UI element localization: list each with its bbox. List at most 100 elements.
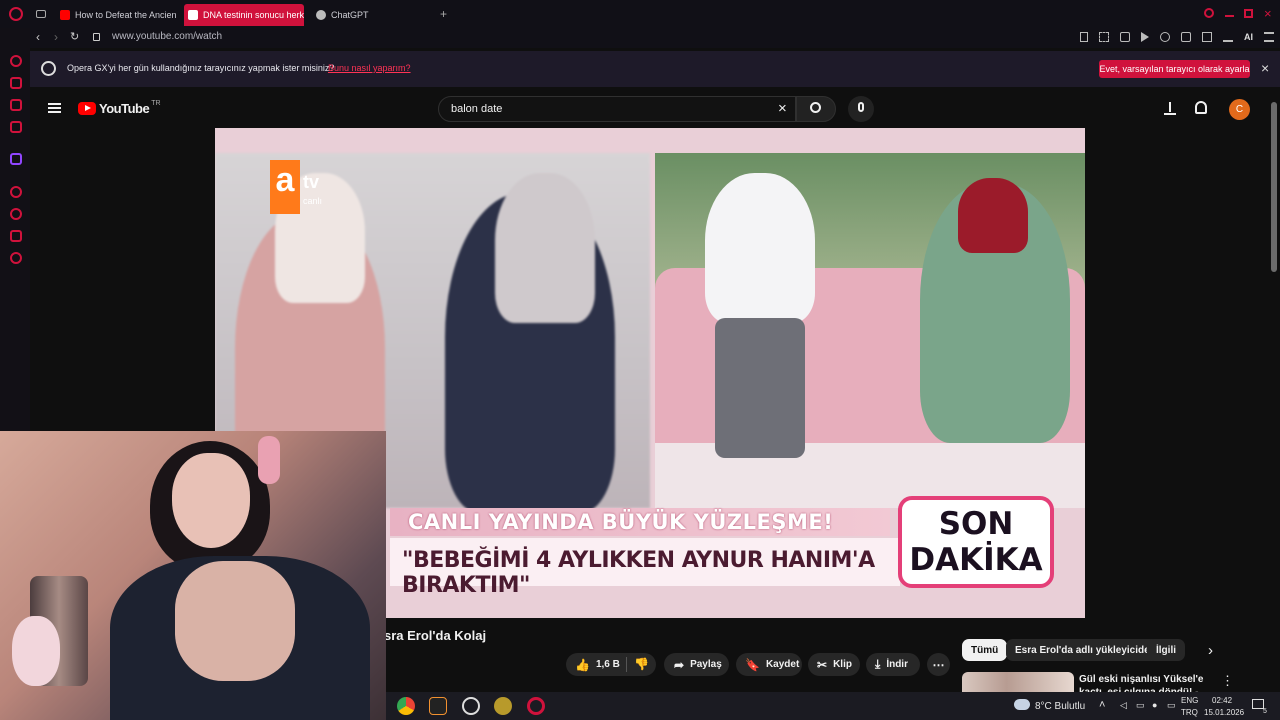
notifications-bell-icon[interactable]: [1195, 101, 1207, 114]
extensions-sidebar-icon[interactable]: [10, 230, 22, 242]
close-window-button[interactable]: ×: [1264, 6, 1272, 21]
youtube-logo[interactable]: YouTube TR: [78, 100, 161, 116]
tab-dna-testinin[interactable]: DNA testinin sonucu herk: [184, 4, 304, 26]
shield-icon[interactable]: [1120, 32, 1130, 42]
like-button[interactable]: 👍 1,6 B 👎: [566, 653, 656, 676]
menu-icon[interactable]: [1264, 32, 1274, 42]
download-icon[interactable]: [1223, 32, 1233, 42]
player-icon[interactable]: [10, 121, 22, 133]
download-button[interactable]: ⤓ İndir: [866, 653, 920, 676]
streamer-face: [172, 453, 250, 548]
clear-search-icon[interactable]: ×: [778, 100, 787, 117]
app-icon-game[interactable]: [494, 697, 512, 715]
app-icon-speedometer[interactable]: [462, 697, 480, 715]
tab-chatgpt[interactable]: ChatGPT: [312, 4, 422, 26]
share-icon[interactable]: [1202, 32, 1212, 42]
badge-line-2: DAKİKA: [909, 542, 1043, 578]
avatar[interactable]: C: [1229, 99, 1250, 120]
language-bottom[interactable]: TRQ: [1181, 708, 1198, 717]
opera-logo-icon: [41, 61, 56, 76]
workspaces-icon[interactable]: [36, 10, 46, 18]
guest-man: [705, 173, 815, 323]
share-button[interactable]: ➦ Paylaş: [664, 653, 729, 676]
reload-button[interactable]: ↻: [70, 30, 79, 43]
minimize-button[interactable]: [1225, 15, 1234, 17]
ai-icon[interactable]: AI: [1244, 32, 1253, 44]
messenger-icon[interactable]: [10, 99, 22, 111]
how-to-link[interactable]: Bunu nasıl yaparım?: [328, 63, 411, 73]
video-title: sra Erol'da Kolaj: [384, 628, 487, 643]
mic-tray-icon[interactable]: ●: [1152, 700, 1157, 710]
windows-taskbar: 8°C Bulutlu ˄ ◁ ▭ ● ▭ ENG TRQ 02:42 15.0…: [386, 692, 1280, 720]
save-button[interactable]: 🔖 Kaydet: [736, 653, 802, 676]
clock-date[interactable]: 15.01.2026: [1204, 708, 1244, 717]
maximize-button[interactable]: [1244, 9, 1253, 18]
more-actions-button[interactable]: ⋯: [927, 653, 950, 676]
upload-icon[interactable]: [1164, 102, 1176, 115]
clock-time[interactable]: 02:42: [1212, 696, 1232, 705]
scrollbar-thumb[interactable]: [1271, 102, 1277, 272]
microphone: [12, 616, 60, 686]
gx-corner-icon[interactable]: [10, 77, 22, 89]
address-bar: ‹ › ↻ www.youtube.com/watch AI: [30, 28, 1280, 48]
youtube-header: YouTube TR balon date × C: [30, 89, 1270, 129]
url-field[interactable]: www.youtube.com/watch: [112, 31, 222, 42]
quote-text: "BEBEĞİMİ 4 AYLIKKEN AYNUR HANIM'A BIRAK…: [402, 548, 875, 598]
browser-tab-bar: How to Defeat the Ancient DNA testinin s…: [0, 0, 1280, 28]
tray-chevron-icon[interactable]: ˄: [1099, 699, 1105, 711]
search-icon: [810, 102, 821, 113]
chips-next-icon[interactable]: ›: [1208, 642, 1213, 659]
opera-menu-icon[interactable]: [9, 7, 23, 21]
chip-uploader[interactable]: Esra Erol'da adlı yükleyiciden: [1006, 639, 1165, 661]
back-button[interactable]: ‹: [36, 30, 40, 44]
badge-line-1: SON: [938, 506, 1014, 542]
close-notification-icon[interactable]: ×: [1261, 60, 1269, 76]
extensions-icon[interactable]: [1181, 32, 1191, 42]
forward-button[interactable]: ›: [54, 30, 58, 44]
clock-icon[interactable]: [10, 208, 22, 220]
page-scrollbar[interactable]: [1271, 94, 1277, 694]
display-icon[interactable]: ▭: [1167, 700, 1176, 711]
voice-search-button[interactable]: [848, 96, 874, 122]
language-top[interactable]: ENG: [1181, 696, 1198, 705]
chrome-icon[interactable]: [397, 697, 415, 715]
atv-logo-tv: tv: [303, 172, 320, 192]
clip-label: Klip: [833, 659, 852, 670]
network-icon[interactable]: ▭: [1136, 700, 1145, 711]
hamburger-menu-icon[interactable]: [48, 103, 61, 113]
youtube-icon: [188, 10, 198, 20]
share-icon: ➦: [674, 657, 685, 672]
share-label: Paylaş: [690, 659, 722, 670]
history-icon[interactable]: [10, 186, 22, 198]
more-horizontal-icon: ⋯: [932, 657, 945, 672]
atv-logo: a: [270, 160, 300, 214]
download-label: İndir: [886, 659, 908, 670]
set-default-button[interactable]: Evet, varsayılan tarayıcı olarak ayarla: [1099, 60, 1250, 78]
volume-icon[interactable]: ◁: [1120, 700, 1127, 711]
heart-icon[interactable]: [1160, 32, 1170, 42]
recommendation-more-icon[interactable]: ⋮: [1221, 673, 1234, 689]
youtube-wordmark: YouTube: [99, 101, 150, 116]
snapshot-icon[interactable]: [1099, 32, 1109, 42]
chip-related[interactable]: İlgili: [1147, 639, 1185, 661]
twitch-icon[interactable]: [10, 153, 22, 165]
settings-gear-icon[interactable]: [10, 252, 22, 264]
search-input[interactable]: balon date: [438, 96, 796, 122]
pin-icon[interactable]: [1080, 32, 1088, 42]
opera-gx-icon[interactable]: [527, 697, 545, 715]
tab-defeat-ancient[interactable]: How to Defeat the Ancient: [56, 4, 176, 26]
search-button[interactable]: [796, 96, 836, 122]
youtube-icon: [60, 10, 70, 20]
clip-button[interactable]: ✂ Klip: [808, 653, 860, 676]
chip-all[interactable]: Tümü: [962, 639, 1008, 661]
app-icon-dark[interactable]: [429, 697, 447, 715]
play-icon[interactable]: [1141, 32, 1149, 42]
gx-control-icon[interactable]: [10, 55, 22, 67]
new-tab-button[interactable]: +: [440, 7, 447, 21]
guest-woman-hijab: [958, 178, 1028, 253]
thumbs-down-icon[interactable]: 👎: [634, 657, 649, 671]
webcam-overlay: [0, 431, 386, 720]
like-count: 1,6 B: [595, 659, 620, 670]
search-tabs-icon[interactable]: [1204, 8, 1214, 18]
weather-text[interactable]: 8°C Bulutlu: [1035, 701, 1085, 712]
